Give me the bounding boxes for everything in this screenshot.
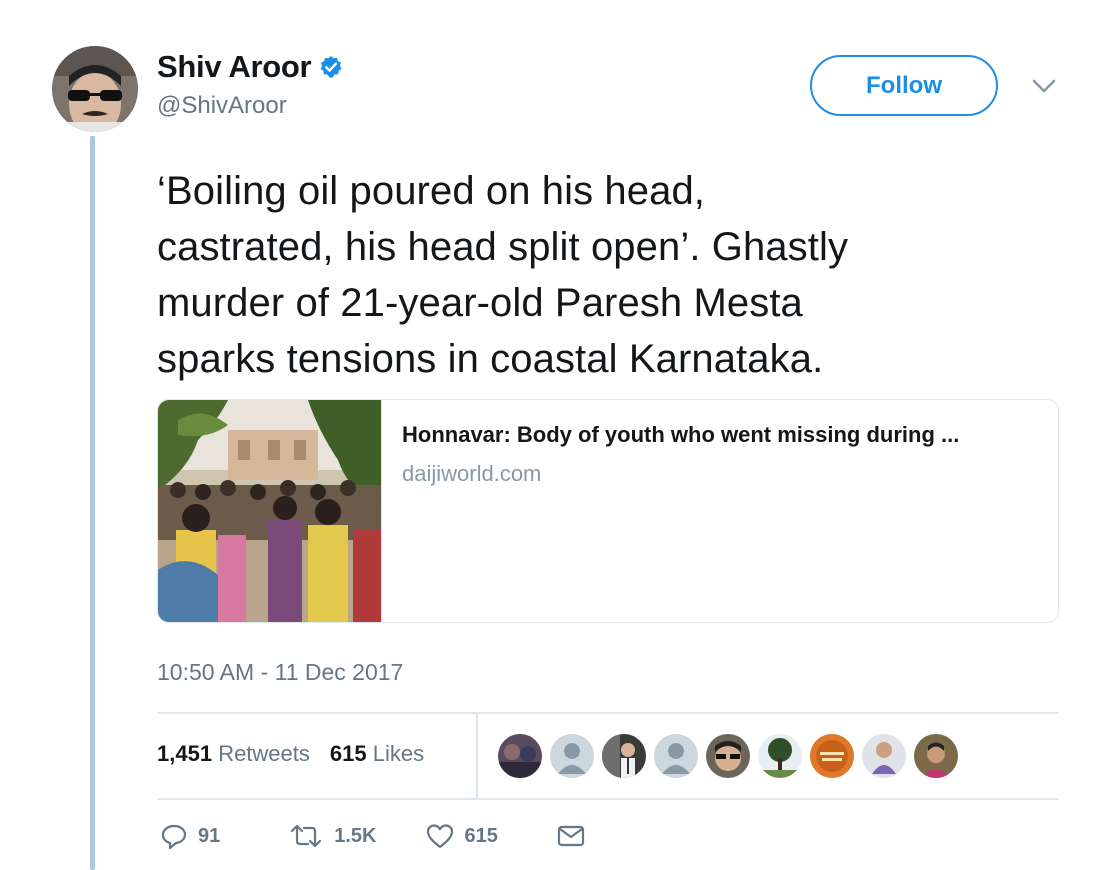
- chevron-down-icon[interactable]: [1030, 76, 1058, 96]
- tweet-line: murder of 21-year-old Paresh Mesta: [157, 281, 803, 325]
- retweet-button[interactable]: 1.5K: [288, 823, 377, 849]
- liker-avatar[interactable]: [654, 734, 698, 778]
- likes-count: 615: [329, 741, 367, 766]
- reply-count: 91: [198, 824, 221, 847]
- divider: [157, 798, 1059, 800]
- thread-line: [90, 136, 95, 870]
- tweet-line: sparks tensions in coastal Karnataka.: [157, 337, 824, 381]
- user-handle[interactable]: @ShivAroor: [157, 92, 287, 120]
- engagement-stats: 1,451 Retweets 615 Likes: [157, 741, 424, 767]
- avatar[interactable]: [52, 46, 138, 132]
- card-title[interactable]: Honnavar: Body of youth who went missing…: [402, 422, 1042, 448]
- liker-avatar[interactable]: [810, 734, 854, 778]
- tweet-text: ‘Boiling oil poured on his head, castrat…: [157, 163, 1057, 387]
- liker-avatar[interactable]: [550, 734, 594, 778]
- like-count: 615: [464, 824, 498, 847]
- divider: [476, 713, 478, 799]
- divider: [157, 712, 1059, 714]
- likes-label: Likes: [372, 741, 425, 766]
- heart-icon: [426, 824, 453, 849]
- likes-stat[interactable]: 615 Likes: [330, 741, 424, 767]
- liker-avatar[interactable]: [602, 734, 646, 778]
- envelope-icon: [557, 825, 584, 847]
- like-button[interactable]: 615: [425, 822, 498, 850]
- card-domain: daijiworld.com: [402, 461, 542, 486]
- user-name[interactable]: Shiv Aroor: [157, 49, 312, 85]
- timestamp[interactable]: 10:50 AM - 11 Dec 2017: [157, 659, 403, 686]
- liker-avatar[interactable]: [862, 734, 906, 778]
- retweets-label: Retweets: [218, 741, 310, 766]
- retweets-count: 1,451: [157, 741, 213, 766]
- liker-avatar[interactable]: [498, 734, 542, 778]
- liker-avatar[interactable]: [758, 734, 802, 778]
- reply-icon: [161, 824, 187, 850]
- liker-avatar[interactable]: [914, 734, 958, 778]
- link-card[interactable]: Honnavar: Body of youth who went missing…: [157, 399, 1059, 623]
- follow-button[interactable]: Follow: [810, 55, 998, 116]
- retweet-icon: [291, 824, 322, 848]
- tweet-actions: 91 1.5K 615: [160, 822, 634, 850]
- retweets-stat[interactable]: 1,451 Retweets: [157, 741, 310, 767]
- tweet-line: ‘Boiling oil poured on his head,: [157, 169, 706, 213]
- card-thumbnail[interactable]: [158, 400, 382, 622]
- direct-message-button[interactable]: [556, 823, 586, 849]
- retweet-count: 1.5K: [334, 824, 377, 847]
- verified-badge-icon: [319, 55, 343, 79]
- tweet-line: castrated, his head split open’. Ghastly: [157, 225, 849, 269]
- liker-avatars: [498, 734, 966, 778]
- reply-button[interactable]: 91: [160, 822, 220, 850]
- liker-avatar[interactable]: [706, 734, 750, 778]
